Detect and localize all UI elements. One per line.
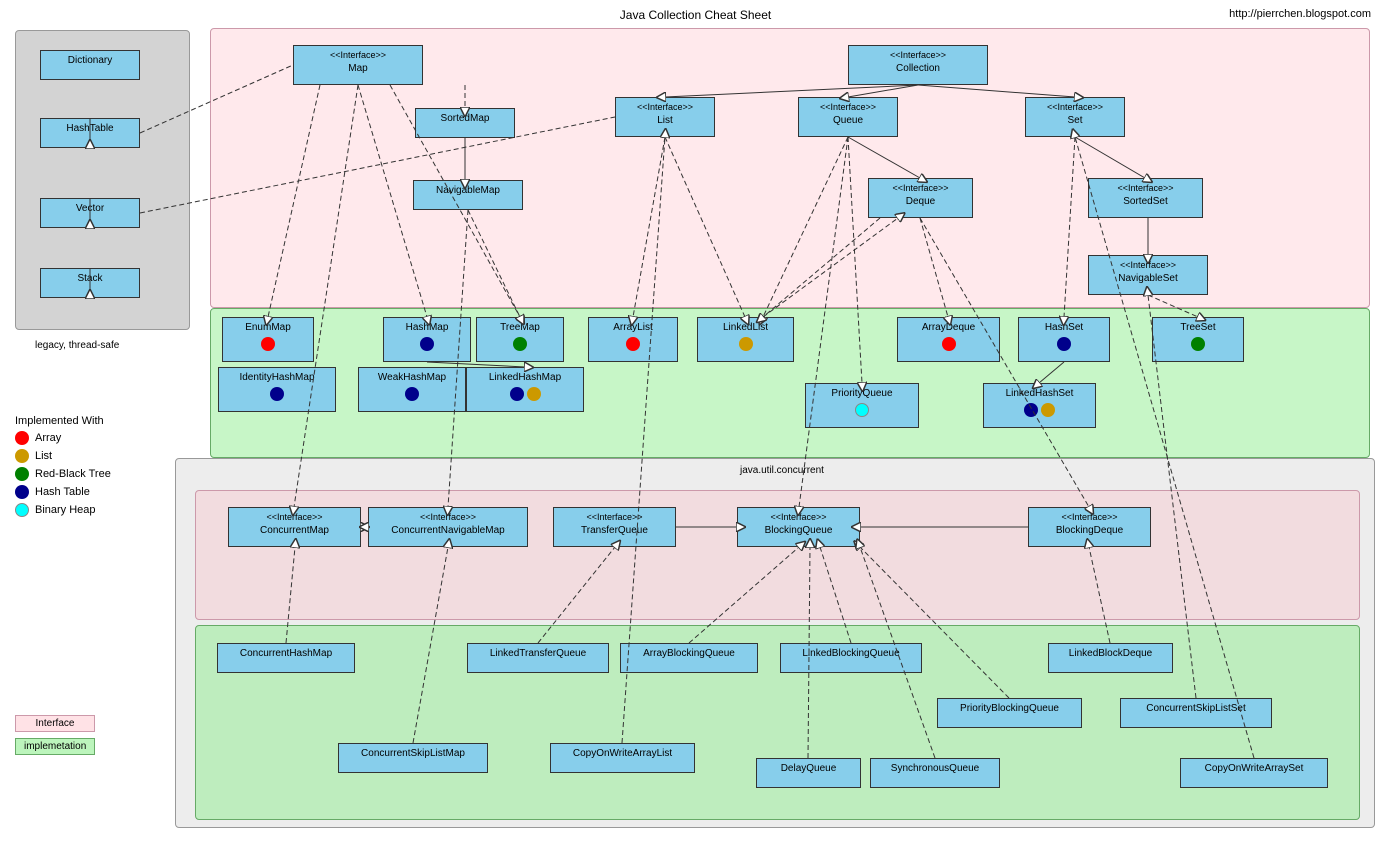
navigableset-interface-box: <<Interface>>NavigableSet xyxy=(1088,255,1208,295)
legend-binaryheap: Binary Heap xyxy=(15,503,190,517)
collection-interface-box: <<Interface>>Collection xyxy=(848,45,988,85)
array-dot xyxy=(15,431,29,445)
hashset-box: HashSet xyxy=(1018,317,1110,362)
synchronousqueue-box: SynchronousQueue xyxy=(870,758,1000,788)
legend-hashtable: Hash Table xyxy=(15,485,190,499)
rbtree-label: Red-Black Tree xyxy=(35,468,111,480)
arraylist-box: ArrayList xyxy=(588,317,678,362)
blockingdeque-box: <<Interface>>BlockingDeque xyxy=(1028,507,1151,547)
list-label: List xyxy=(35,450,52,462)
dictionary-box: Dictionary xyxy=(40,50,140,80)
set-interface-box: <<Interface>>Set xyxy=(1025,97,1125,137)
legend-title: Implemented With xyxy=(15,415,190,427)
concurrenthashmap-box: ConcurrentHashMap xyxy=(217,643,355,673)
legend-impl-item: implemetation xyxy=(15,738,101,755)
linkedhashmap-box: LinkedHashMap xyxy=(466,367,584,412)
deque-interface-box: <<Interface>>Deque xyxy=(868,178,973,218)
legacy-label: legacy, thread-safe xyxy=(35,340,119,351)
stack-box: Stack xyxy=(40,268,140,298)
legend-interface-item: Interface xyxy=(15,715,101,732)
array-label: Array xyxy=(35,432,61,444)
copyonwritearrayset-box: CopyOnWriteArraySet xyxy=(1180,758,1328,788)
linkedblockdeque-box: LinkedBlockDeque xyxy=(1048,643,1173,673)
sortedmap-box: SortedMap xyxy=(415,108,515,138)
weakhashmap-box: WeakHashMap xyxy=(358,367,466,412)
hashtable-label: Hash Table xyxy=(35,486,90,498)
list-dot xyxy=(15,449,29,463)
concurrent-label: java.util.concurrent xyxy=(740,465,824,476)
linkedhashset-box: LinkedHashSet xyxy=(983,383,1096,428)
concurrentskiplistset-box: ConcurrentSkipListSet xyxy=(1120,698,1272,728)
legend-array: Array xyxy=(15,431,190,445)
legend-types: Interface implemetation xyxy=(15,715,101,761)
binaryheap-dot xyxy=(15,503,29,517)
concurrentnavigablemap-box: <<Interface>>ConcurrentNavigableMap xyxy=(368,507,528,547)
navigablemap-box: NavigableMap xyxy=(413,180,523,210)
hashmap-box: HashMap xyxy=(383,317,471,362)
queue-interface-box: <<Interface>>Queue xyxy=(798,97,898,137)
treemap-box: TreeMap xyxy=(476,317,564,362)
delayqueue-box: DelayQueue xyxy=(756,758,861,788)
transferqueue-box: <<Interface>>TransferQueue xyxy=(553,507,676,547)
priorityqueue-box: PriorityQueue xyxy=(805,383,919,428)
rbtree-dot xyxy=(15,467,29,481)
concurrentmap-box: <<Interface>>ConcurrentMap xyxy=(228,507,361,547)
page-title: Java Collection Cheat Sheet xyxy=(620,8,771,22)
hashtable-box: HashTable xyxy=(40,118,140,148)
page-url: http://pierrchen.blogspot.com xyxy=(1229,8,1371,20)
binaryheap-label: Binary Heap xyxy=(35,504,96,516)
interface-box-sample: Interface xyxy=(15,715,95,732)
vector-box: Vector xyxy=(40,198,140,228)
hashtable-dot xyxy=(15,485,29,499)
identityhashmap-box: IdentityHashMap xyxy=(218,367,336,412)
arraydeque-box: ArrayDeque xyxy=(897,317,1000,362)
blockingqueue-box: <<Interface>>BlockingQueue xyxy=(737,507,860,547)
linkedblockingqueue-box: LinkedBlockingQueue xyxy=(780,643,922,673)
linkedlist-box: LinkedList xyxy=(697,317,794,362)
legend-list: List xyxy=(15,449,190,463)
enummap-box: EnumMap xyxy=(222,317,314,362)
priorityblockingqueue-box: PriorityBlockingQueue xyxy=(937,698,1082,728)
list-interface-box: <<Interface>>List xyxy=(615,97,715,137)
concurrentskiplistmap-box: ConcurrentSkipListMap xyxy=(338,743,488,773)
impl-box-sample: implemetation xyxy=(15,738,95,755)
sortedset-interface-box: <<Interface>>SortedSet xyxy=(1088,178,1203,218)
linkedtransferqueue-box: LinkedTransferQueue xyxy=(467,643,609,673)
copyonwritearraylist-box: CopyOnWriteArrayList xyxy=(550,743,695,773)
arrayblockingqueue-box: ArrayBlockingQueue xyxy=(620,643,758,673)
treeset-box: TreeSet xyxy=(1152,317,1244,362)
legend: Implemented With Array List Red-Black Tr… xyxy=(15,415,190,521)
map-interface-box: <<Interface>>Map xyxy=(293,45,423,85)
legend-rbtree: Red-Black Tree xyxy=(15,467,190,481)
